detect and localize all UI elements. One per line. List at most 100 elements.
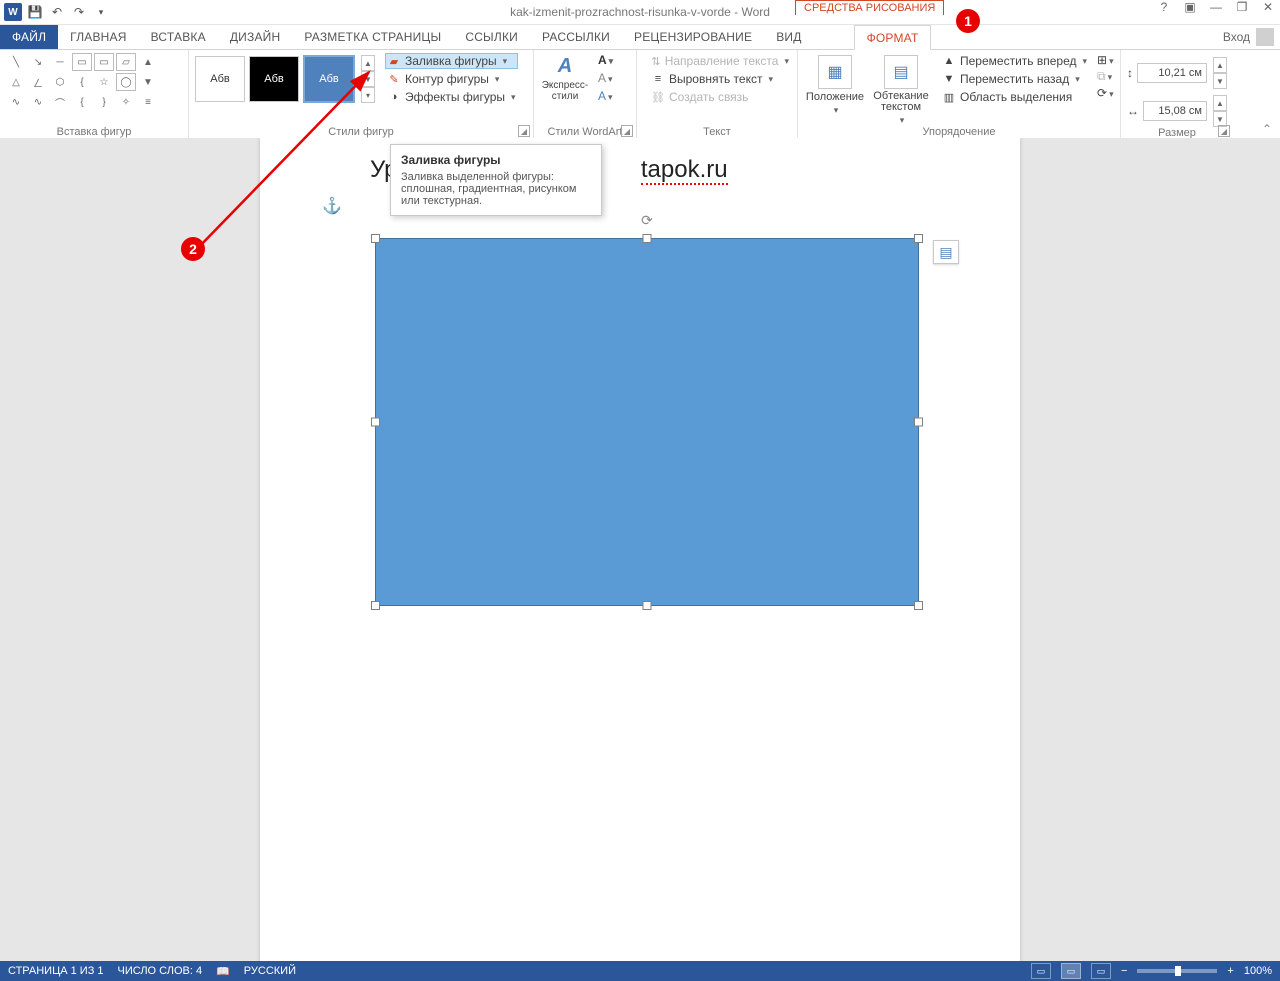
selected-shape[interactable]: ⟳ ▤ (371, 234, 923, 610)
wrap-text-icon: ▤ (884, 55, 918, 89)
wrap-text-button[interactable]: ▤Обтекание текстом▾ (870, 53, 932, 126)
page[interactable]: Уроtapok.ru ⚓ ⟳ ▤ (260, 138, 1020, 961)
shape-effects-button[interactable]: ◑ Эффекты фигуры▾ (385, 89, 518, 105)
style-swatch-1[interactable]: Абв (195, 56, 245, 102)
link-icon: ⛓ (651, 90, 665, 104)
align-icon[interactable]: ⊞▾ (1097, 53, 1114, 67)
dialog-launcher-icon[interactable]: ◢ (621, 125, 633, 137)
rotate-icon[interactable]: ⟳▾ (1097, 86, 1114, 100)
width-icon: ↔ (1127, 104, 1139, 118)
tab-design[interactable]: ДИЗАЙН (218, 25, 293, 49)
print-layout-icon[interactable]: ▭ (1061, 963, 1081, 979)
text-direction-button[interactable]: ⇅Направление текста▾ (649, 53, 791, 69)
rotate-handle-icon[interactable]: ⟳ (641, 212, 653, 229)
shape-fill-button[interactable]: ▰ Заливка фигуры▾ (385, 53, 518, 69)
contextual-tools-label: СРЕДСТВА РИСОВАНИЯ (795, 0, 944, 15)
language-indicator[interactable]: РУССКИЙ (244, 965, 296, 977)
shape-effects-label: Эффекты фигуры (405, 90, 505, 104)
read-mode-icon[interactable]: ▭ (1031, 963, 1051, 979)
save-icon[interactable]: 💾 (26, 3, 44, 21)
ribbon-tabs: ФАЙЛ ГЛАВНАЯ ВСТАВКА ДИЗАЙН РАЗМЕТКА СТР… (0, 25, 1280, 50)
selection-pane-icon: ▥ (942, 90, 956, 104)
web-layout-icon[interactable]: ▭ (1091, 963, 1111, 979)
dialog-launcher-icon[interactable]: ◢ (1218, 125, 1230, 137)
tab-review[interactable]: РЕЦЕНЗИРОВАНИЕ (622, 25, 764, 49)
text-outline-icon[interactable]: A▾ (598, 71, 613, 85)
height-field[interactable]: ↕10,21 см▲▼ (1127, 57, 1227, 89)
resize-handle[interactable] (914, 234, 923, 243)
resize-handle[interactable] (914, 418, 923, 427)
minimize-icon[interactable]: — (1208, 0, 1224, 14)
collapse-ribbon-icon[interactable]: ⌃ (1262, 122, 1272, 136)
zoom-out-button[interactable]: − (1121, 965, 1127, 977)
restore-icon[interactable]: ❐ (1234, 0, 1250, 14)
tab-file[interactable]: ФАЙЛ (0, 25, 58, 49)
group-icon: ⧉▾ (1097, 69, 1114, 84)
tab-mailings[interactable]: РАССЫЛКИ (530, 25, 622, 49)
zoom-slider[interactable] (1137, 969, 1217, 973)
shape-outline-label: Контур фигуры (405, 72, 489, 86)
shape-fill-label: Заливка фигуры (405, 54, 497, 68)
bring-forward-icon: ▲ (942, 54, 956, 68)
group-size: ↕10,21 см▲▼ ↔15,08 см▲▼ Размер ◢ (1121, 50, 1233, 140)
pen-icon: ✎ (387, 72, 401, 86)
resize-handle[interactable] (643, 234, 652, 243)
tab-view[interactable]: ВИД (764, 25, 813, 49)
status-bar: СТРАНИЦА 1 ИЗ 1 ЧИСЛО СЛОВ: 4 📖 РУССКИЙ … (0, 961, 1280, 981)
word-app-icon: W (4, 3, 22, 21)
tab-references[interactable]: ССЫЛКИ (453, 25, 530, 49)
style-swatch-2[interactable]: Абв (249, 56, 299, 102)
proofing-icon[interactable]: 📖 (216, 965, 230, 978)
close-icon[interactable]: ✕ (1260, 0, 1276, 14)
login-area[interactable]: Вход (1223, 25, 1274, 49)
word-count[interactable]: ЧИСЛО СЛОВ: 4 (118, 965, 203, 977)
shape-outline-button[interactable]: ✎ Контур фигуры▾ (385, 71, 518, 87)
tooltip-body: Заливка выделенной фигуры: сплошная, гра… (401, 171, 591, 207)
undo-icon[interactable]: ↶ (48, 3, 66, 21)
help-icon[interactable]: ? (1156, 0, 1172, 14)
tab-layout[interactable]: РАЗМЕТКА СТРАНИЦЫ (292, 25, 453, 49)
layout-options-button[interactable]: ▤ (933, 240, 959, 264)
text-fill-icon[interactable]: A▾ (598, 53, 613, 67)
ribbon: ╲↘─▭▭▱▲ △ㄥ⬡{☆◯▼ ∿∿⌒{}✧≡ Вставка фигур Аб… (0, 50, 1280, 141)
align-text-button[interactable]: ≡Выровнять текст▾ (649, 71, 791, 87)
redo-icon[interactable]: ↷ (70, 3, 88, 21)
ribbon-display-icon[interactable]: ▣ (1182, 0, 1198, 14)
tab-home[interactable]: ГЛАВНАЯ (58, 25, 138, 49)
qat-customize-icon[interactable]: ▾ (92, 3, 110, 21)
login-label: Вход (1223, 30, 1250, 44)
tab-format[interactable]: ФОРМАТ (854, 25, 932, 50)
width-field[interactable]: ↔15,08 см▲▼ (1127, 95, 1227, 127)
position-button[interactable]: ▦Положение▾ (804, 53, 866, 126)
bring-forward-button[interactable]: ▲Переместить вперед▾ (940, 53, 1089, 69)
window-title: kak-izmenit-prozrachnost-risunka-v-vorde… (0, 5, 1280, 19)
quick-access-toolbar: W 💾 ↶ ↷ ▾ (0, 3, 110, 21)
resize-handle[interactable] (371, 234, 380, 243)
dialog-launcher-icon[interactable]: ◢ (518, 125, 530, 137)
shape-fill-tooltip: Заливка фигуры Заливка выделенной фигуры… (390, 144, 602, 216)
avatar-icon (1256, 28, 1274, 46)
style-swatch-3[interactable]: Абв (303, 55, 355, 103)
height-icon: ↕ (1127, 66, 1133, 80)
position-icon: ▦ (818, 55, 852, 89)
tooltip-title: Заливка фигуры (401, 153, 591, 167)
shapes-gallery[interactable]: ╲↘─▭▭▱▲ △ㄥ⬡{☆◯▼ ∿∿⌒{}✧≡ (6, 53, 182, 111)
tab-insert[interactable]: ВСТАВКА (139, 25, 218, 49)
zoom-in-button[interactable]: + (1227, 965, 1233, 977)
resize-handle[interactable] (643, 601, 652, 610)
wordart-quickstyles-button[interactable]: A Экспресс-стили (540, 53, 590, 102)
page-indicator[interactable]: СТРАНИЦА 1 ИЗ 1 (8, 965, 104, 977)
resize-handle[interactable] (371, 601, 380, 610)
text-direction-icon: ⇅ (651, 54, 661, 68)
zoom-level[interactable]: 100% (1244, 965, 1272, 977)
group-insert-shapes: ╲↘─▭▭▱▲ △ㄥ⬡{☆◯▼ ∿∿⌒{}✧≡ Вставка фигур (0, 50, 189, 140)
annotation-callout-1: 1 (956, 9, 980, 33)
send-backward-icon: ▼ (942, 72, 956, 86)
rectangle-shape[interactable] (375, 238, 919, 606)
text-effects-icon[interactable]: A▾ (598, 89, 613, 103)
style-gallery-scroll[interactable]: ▲▼▾ (361, 55, 375, 103)
selection-pane-button[interactable]: ▥Область выделения (940, 89, 1089, 105)
send-backward-button[interactable]: ▼Переместить назад▾ (940, 71, 1089, 87)
resize-handle[interactable] (914, 601, 923, 610)
resize-handle[interactable] (371, 418, 380, 427)
